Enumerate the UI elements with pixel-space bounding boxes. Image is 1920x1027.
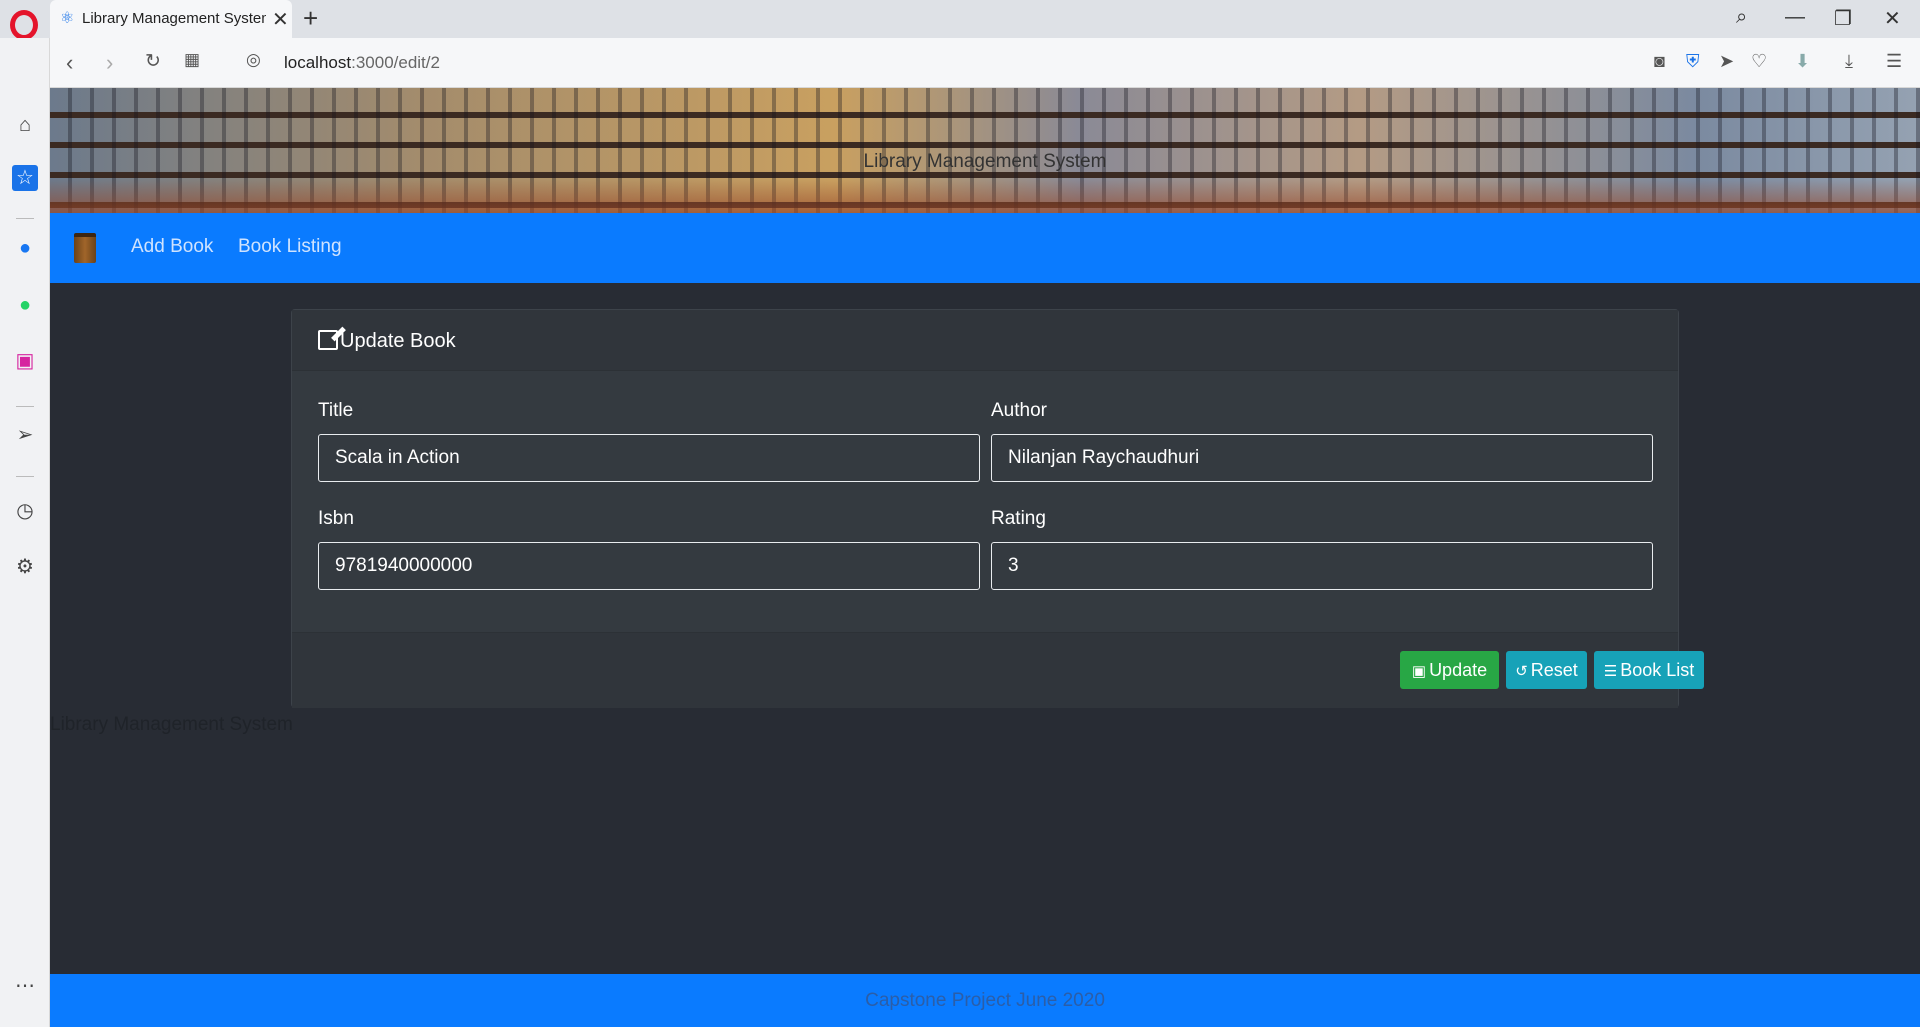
book-list-button-label: Book List xyxy=(1620,660,1695,680)
book-list-button[interactable]: ☰ Book List xyxy=(1594,651,1704,689)
whatsapp-icon[interactable]: ● xyxy=(12,292,38,318)
settings-icon[interactable]: ⚙ xyxy=(12,554,38,580)
nav-book-listing[interactable]: Book Listing xyxy=(238,236,342,258)
author-input[interactable] xyxy=(991,434,1653,482)
undo-icon: ↺ xyxy=(1515,663,1528,680)
restore-icon[interactable]: ❐ xyxy=(1834,6,1852,31)
send-icon[interactable]: ➢ xyxy=(12,422,38,448)
url-host: localhost xyxy=(284,53,352,72)
close-icon[interactable]: ✕ xyxy=(272,7,289,32)
easy-setup-icon[interactable]: ☰ xyxy=(1886,51,1902,72)
address-bar: ‹ › ↻ ▦ ◎ localhost:3000/edit/2 ◙ ⛨ ➤ ♡ … xyxy=(50,38,1920,88)
tabs-grid-icon[interactable]: ▦ xyxy=(184,50,200,70)
hidden-footer-text: Library Management System xyxy=(50,714,293,735)
update-button[interactable]: ▣ Update xyxy=(1400,651,1499,689)
heart-icon[interactable]: ♡ xyxy=(1751,51,1767,72)
url-field[interactable]: localhost:3000/edit/2 xyxy=(284,53,440,73)
browser-tab[interactable]: ⚛ Library Management System ✕ xyxy=(50,0,292,38)
author-label: Author xyxy=(991,400,1047,421)
app-footer: Capstone Project June 2020 xyxy=(50,974,1920,1027)
update-book-card: Update Book Title Author Isbn Rating ▣Up… xyxy=(291,309,1704,708)
title-input[interactable] xyxy=(318,434,980,482)
library-banner: Library Management System xyxy=(50,88,1920,213)
back-icon[interactable]: ‹ xyxy=(66,50,73,76)
card-title: Update Book xyxy=(340,330,456,352)
close-window-icon[interactable]: ✕ xyxy=(1884,6,1901,31)
reload-icon[interactable]: ↻ xyxy=(145,50,161,73)
browser-tabbar: ⚛ Library Management System ✕ + ⌕ — ❐ ✕ xyxy=(0,0,1920,40)
history-icon[interactable]: ◷ xyxy=(12,498,38,524)
search-icon[interactable]: ⌕ xyxy=(1736,6,1747,29)
title-label: Title xyxy=(318,400,354,421)
app-root: Library Management System Add Book Book … xyxy=(50,88,1920,1027)
shield-icon[interactable]: ⛨ xyxy=(1686,51,1700,72)
isbn-label: Isbn xyxy=(318,508,354,529)
footer-text: Capstone Project June 2020 xyxy=(865,990,1105,1011)
reset-button-label: Reset xyxy=(1530,660,1578,680)
bookmark-star-icon[interactable]: ☆ xyxy=(12,165,38,191)
rating-input[interactable] xyxy=(991,542,1653,590)
more-icon[interactable]: ⋯ xyxy=(12,973,38,999)
sidebar-divider xyxy=(16,406,34,407)
rating-label: Rating xyxy=(991,508,1046,529)
card-footer: ▣ Update ↺ Reset ☰ Book List xyxy=(292,632,1704,708)
edit-icon xyxy=(318,330,338,350)
download-arrow-icon[interactable]: ⬇ xyxy=(1795,51,1810,72)
messenger-icon[interactable]: ● xyxy=(12,235,38,261)
opera-icon[interactable] xyxy=(10,10,38,40)
sidebar-divider xyxy=(16,218,34,219)
book-icon[interactable] xyxy=(74,233,96,263)
navbar: Add Book Book Listing xyxy=(50,213,1920,283)
isbn-input[interactable] xyxy=(318,542,980,590)
react-favicon: ⚛ xyxy=(60,10,75,27)
forward-icon[interactable]: › xyxy=(106,50,113,76)
sidebar-divider xyxy=(16,476,34,477)
nav-add-book[interactable]: Add Book xyxy=(131,236,213,258)
card-header: Update Book xyxy=(292,310,1678,371)
banner-title: Library Management System xyxy=(863,151,1107,172)
url-path: :3000/edit/2 xyxy=(351,53,440,72)
opera-sidebar: ⌂ ☆ ● ● ▣ ➢ ◷ ⚙ ⋯ xyxy=(0,38,50,1027)
reset-button[interactable]: ↺ Reset xyxy=(1506,651,1587,689)
camera-icon[interactable]: ◙ xyxy=(1654,51,1665,72)
update-button-label: Update xyxy=(1429,660,1488,680)
download-icon[interactable]: ⤓ xyxy=(1845,51,1853,72)
tab-title: Library Management System xyxy=(82,10,266,27)
save-icon: ▣ xyxy=(1411,663,1427,680)
instagram-icon[interactable]: ▣ xyxy=(12,348,38,374)
minimize-icon[interactable]: — xyxy=(1785,6,1805,29)
home-icon[interactable]: ⌂ xyxy=(12,112,38,138)
plus-icon[interactable]: + xyxy=(303,3,318,34)
send-icon[interactable]: ➤ xyxy=(1719,51,1734,72)
site-info-icon[interactable]: ◎ xyxy=(246,50,261,70)
list-icon: ☰ xyxy=(1603,663,1618,680)
